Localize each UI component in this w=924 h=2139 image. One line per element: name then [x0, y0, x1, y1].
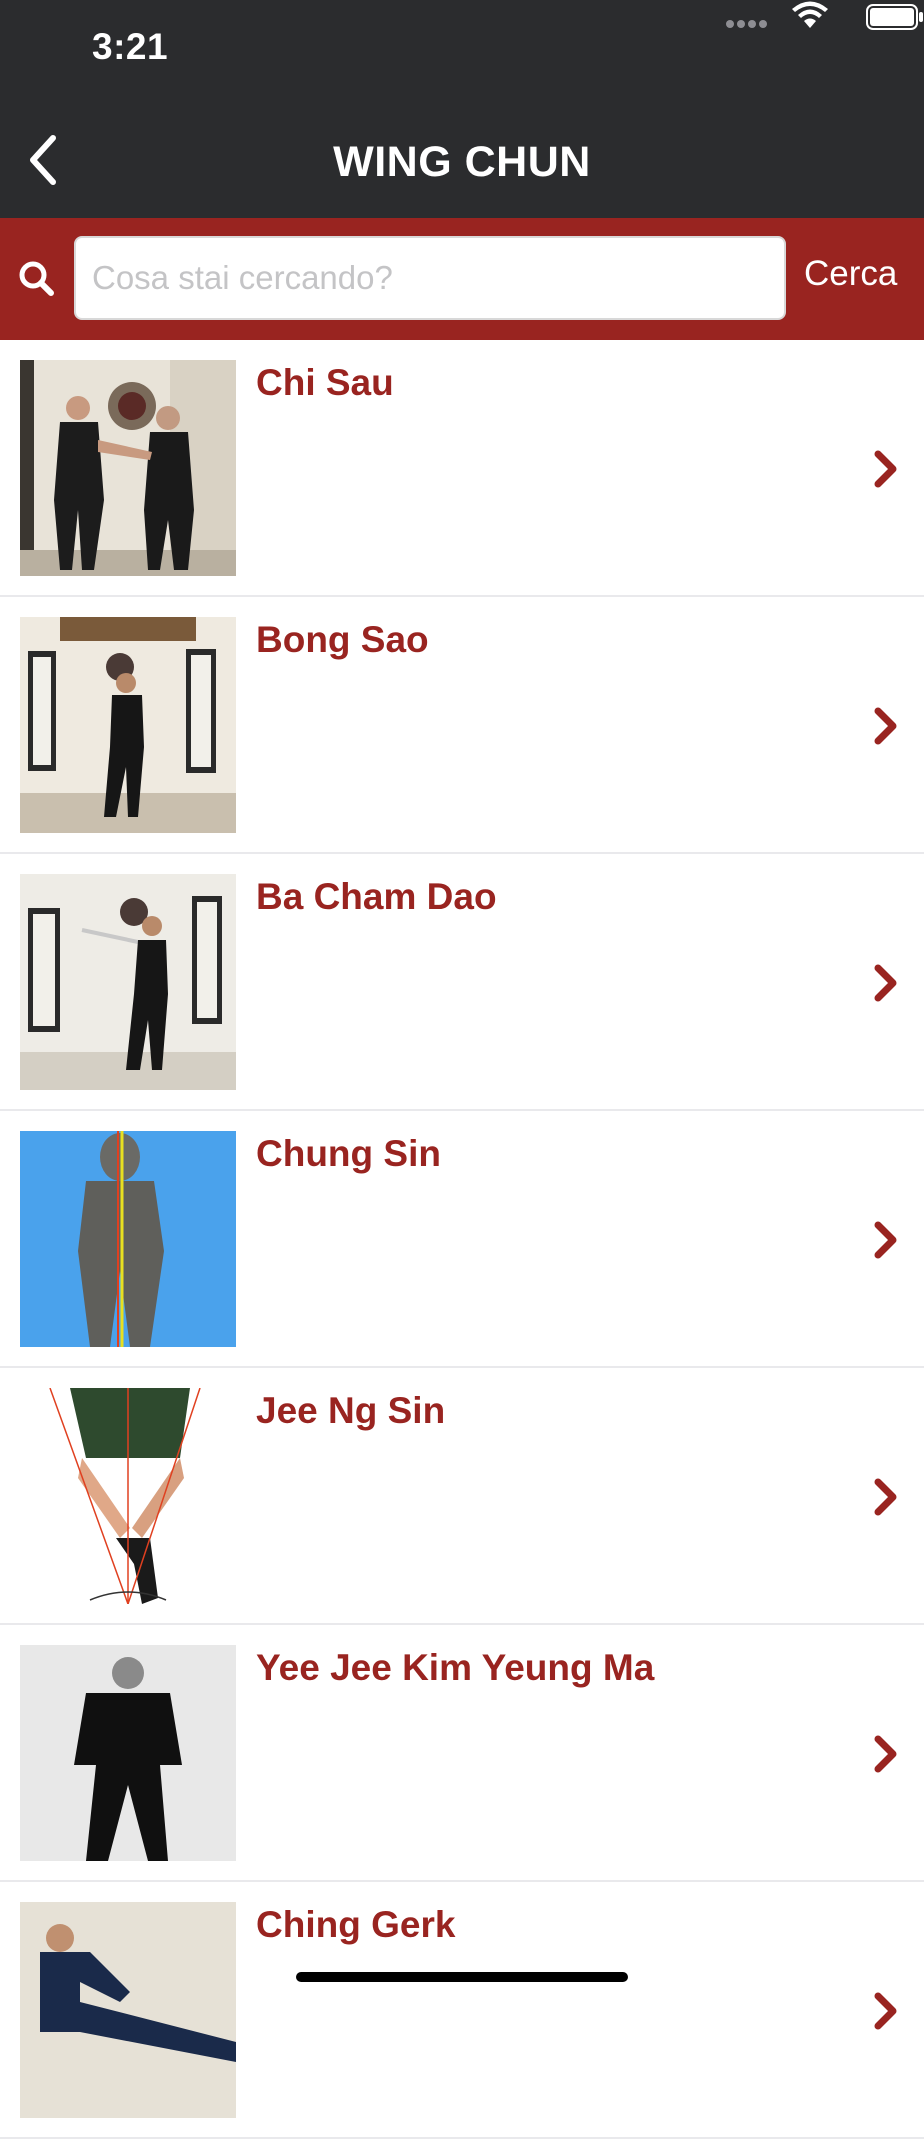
thumbnail-image [20, 360, 236, 576]
home-indicator[interactable] [296, 1972, 628, 1982]
list-item[interactable]: Yee Jee Kim Yeung Ma [0, 1625, 924, 1882]
search-input[interactable] [74, 236, 786, 320]
item-title: Ching Gerk [256, 1904, 456, 1945]
list-item[interactable]: Bong Sao [0, 597, 924, 854]
item-title: Ba Cham Dao [256, 876, 497, 917]
chevron-right-icon [874, 707, 897, 745]
item-title: Jee Ng Sin [256, 1390, 446, 1431]
thumbnail-image [20, 1645, 236, 1861]
search-bar: Cerca [0, 218, 924, 340]
chevron-right-icon [874, 450, 897, 488]
item-title: Chi Sau [256, 362, 394, 403]
thumbnail-image [20, 874, 236, 1090]
page-title: WING CHUN [333, 138, 591, 186]
battery-icon [866, 4, 923, 30]
search-submit-button[interactable]: Cerca [804, 254, 897, 294]
item-title: Bong Sao [256, 619, 429, 660]
chevron-right-icon [874, 1221, 897, 1259]
technique-list: Chi Sau Bong Sao Ba Cham Dao Chung Sin J… [0, 340, 924, 2139]
chevron-right-icon [874, 1478, 897, 1516]
navigation-bar: WING CHUN [0, 100, 924, 218]
list-item[interactable]: Chi Sau [0, 340, 924, 597]
chevron-right-icon [874, 964, 897, 1002]
status-time: 3:21 [92, 26, 169, 67]
thumbnail-image [20, 1388, 236, 1604]
wifi-icon [792, 1, 828, 28]
thumbnail-image [20, 1131, 236, 1347]
list-item[interactable]: Ching Gerk [0, 1882, 924, 2139]
thumbnail-image [20, 1902, 236, 2118]
chevron-right-icon [874, 1735, 897, 1773]
list-item[interactable]: Jee Ng Sin [0, 1368, 924, 1625]
chevron-right-icon [874, 1992, 897, 2030]
thumbnail-image [20, 617, 236, 833]
list-item[interactable]: Ba Cham Dao [0, 854, 924, 1111]
item-title: Yee Jee Kim Yeung Ma [256, 1647, 655, 1688]
list-item[interactable]: Chung Sin [0, 1111, 924, 1368]
item-title: Chung Sin [256, 1133, 441, 1174]
search-icon[interactable] [16, 258, 56, 298]
signal-icon [726, 20, 768, 28]
status-bar: 3:21 [0, 0, 924, 100]
